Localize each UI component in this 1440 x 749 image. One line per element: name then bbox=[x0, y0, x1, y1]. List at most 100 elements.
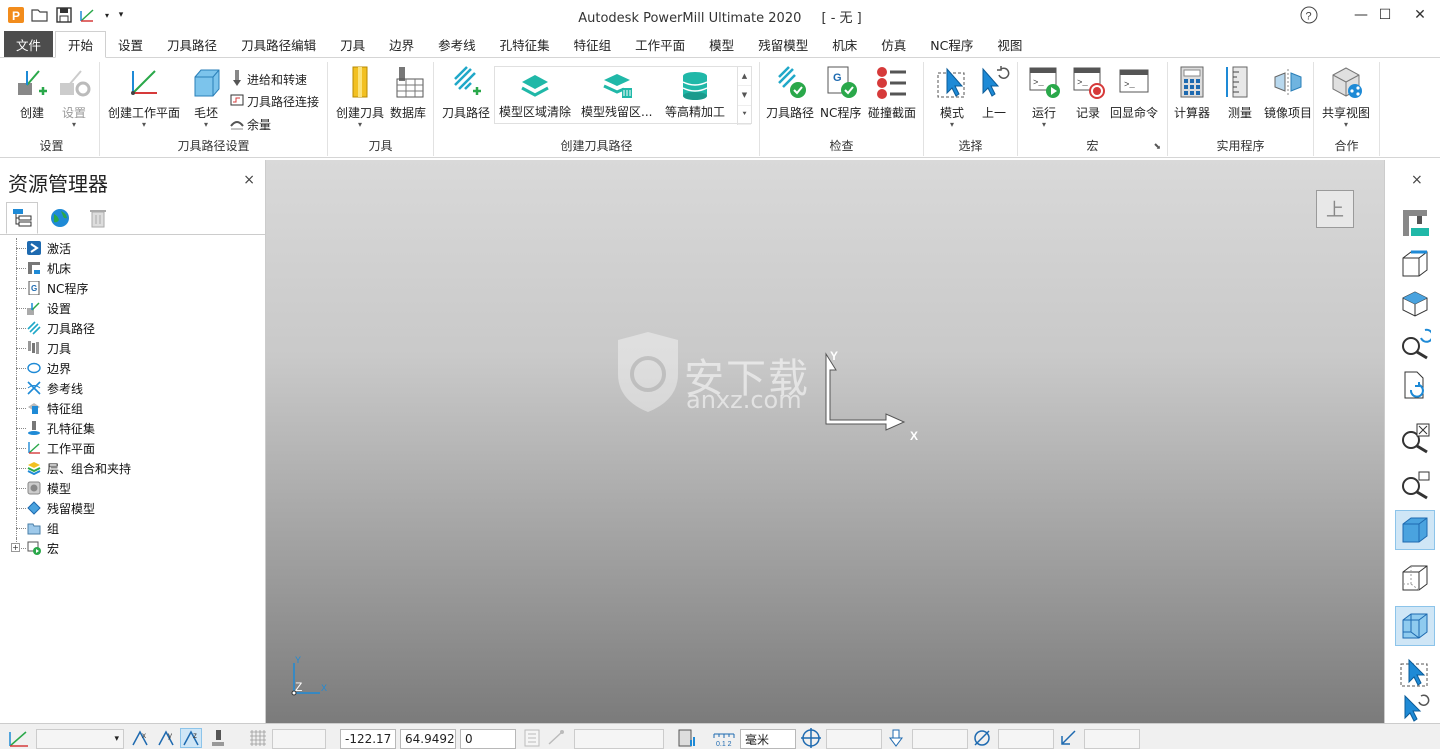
tab-tool[interactable]: 刀具 bbox=[328, 31, 377, 57]
tab-feature-sets[interactable]: 特征组 bbox=[562, 31, 624, 57]
crosshair-icon[interactable] bbox=[800, 728, 822, 748]
snap-field[interactable] bbox=[574, 729, 664, 749]
settings-button[interactable]: 设置 ▾ bbox=[56, 64, 92, 129]
machine-view-button[interactable] bbox=[1395, 204, 1435, 244]
shaded-mode-button[interactable] bbox=[1395, 510, 1435, 550]
diameter-icon[interactable] bbox=[972, 728, 992, 748]
wireframe-mode-button[interactable] bbox=[1395, 558, 1435, 598]
coord-x-field[interactable]: -122.17 bbox=[340, 729, 396, 749]
explorer-close-button[interactable]: × bbox=[243, 172, 255, 188]
tool-holder-icon[interactable] bbox=[886, 728, 906, 748]
select-box-button[interactable] bbox=[1395, 654, 1435, 694]
share-view-button[interactable]: 共享视图 ▾ bbox=[1322, 64, 1370, 129]
workplane-select[interactable]: ▾ bbox=[36, 729, 124, 749]
align-y-icon[interactable]: y bbox=[156, 728, 176, 748]
zoom-refresh-button[interactable] bbox=[1395, 324, 1435, 364]
help-button[interactable]: ? bbox=[1286, 0, 1332, 30]
tree-item-machine[interactable]: 机床 bbox=[10, 258, 131, 278]
create-tool-button[interactable]: 创建刀具 ▾ bbox=[336, 64, 384, 129]
expand-icon[interactable]: + bbox=[11, 543, 20, 552]
coord-z-field[interactable]: 0 bbox=[460, 729, 516, 749]
gallery-more-icon[interactable]: ⯆ bbox=[738, 106, 751, 125]
stepdown-field[interactable] bbox=[1084, 729, 1140, 749]
tab-machine[interactable]: 机床 bbox=[820, 31, 869, 57]
tree-item-levels[interactable]: 层、组合和夹持 bbox=[10, 458, 131, 478]
view-cube-button[interactable]: 上 bbox=[1316, 190, 1354, 228]
tab-view[interactable]: 视图 bbox=[985, 31, 1034, 57]
verify-nc-program-button[interactable]: G NC程序 bbox=[820, 64, 861, 121]
gallery-scroller[interactable]: ▲ ▼ ⯆ bbox=[737, 67, 751, 125]
toolpath-button[interactable]: 刀具路径 bbox=[442, 64, 490, 121]
grid-spacing-field[interactable] bbox=[272, 729, 326, 749]
zoom-extents-button[interactable] bbox=[1395, 418, 1435, 458]
feeds-speeds-button[interactable]: 进给和转速 bbox=[230, 70, 307, 89]
tree-item-tools[interactable]: 刀具 bbox=[10, 338, 131, 358]
tab-boundary[interactable]: 边界 bbox=[377, 31, 426, 57]
shaded-wire-mode-button[interactable] bbox=[1395, 606, 1435, 646]
database-button[interactable]: 数据库 bbox=[390, 64, 426, 121]
tab-workplane[interactable]: 工作平面 bbox=[623, 31, 697, 57]
measure-button[interactable]: 测量 bbox=[1222, 64, 1258, 121]
stepdown-icon[interactable] bbox=[1058, 728, 1078, 748]
mirror-button[interactable]: 镜像项目 bbox=[1264, 64, 1312, 121]
gallery-down-icon[interactable]: ▼ bbox=[738, 86, 751, 106]
grid-icon[interactable] bbox=[248, 728, 268, 748]
verify-toolpath-button[interactable]: 刀具路径 bbox=[766, 64, 814, 121]
collision-section-button[interactable]: 碰撞截面 bbox=[868, 64, 916, 121]
refresh-view-button[interactable] bbox=[1395, 366, 1435, 406]
snap-icon[interactable] bbox=[546, 728, 566, 748]
units-field[interactable]: 毫米 bbox=[740, 729, 796, 749]
holder-field[interactable] bbox=[912, 729, 968, 749]
tree-item-workplanes[interactable]: 工作平面 bbox=[10, 438, 131, 458]
tool-axis-icon[interactable] bbox=[208, 728, 228, 748]
tab-home[interactable]: 开始 bbox=[55, 31, 107, 58]
tree-item-toolpaths[interactable]: 刀具路径 bbox=[10, 318, 131, 338]
align-x-icon[interactable]: x bbox=[130, 728, 150, 748]
macro-run-button[interactable]: >_ 运行 ▾ bbox=[1026, 64, 1062, 129]
file-tab[interactable]: 文件 bbox=[4, 31, 54, 57]
list-icon[interactable] bbox=[522, 728, 542, 748]
echo-commands-button[interactable]: >_ 回显命令 bbox=[1110, 64, 1158, 121]
tree-item-hole-feature-sets[interactable]: 孔特征集 bbox=[10, 418, 131, 438]
tree-item-patterns[interactable]: 参考线 bbox=[10, 378, 131, 398]
gallery-up-icon[interactable]: ▲ bbox=[738, 67, 751, 87]
recycle-bin-tab-icon[interactable] bbox=[82, 202, 114, 234]
tab-pattern[interactable]: 参考线 bbox=[426, 31, 488, 57]
block-button[interactable]: 毛坯 ▾ bbox=[188, 64, 224, 129]
tree-item-macros[interactable]: + 宏 bbox=[10, 538, 131, 558]
coord-y-field[interactable]: 64.9492 bbox=[400, 729, 456, 749]
zoom-box-button[interactable] bbox=[1395, 464, 1435, 504]
tab-model[interactable]: 模型 bbox=[697, 31, 746, 57]
close-window-button[interactable]: ✕ bbox=[1397, 0, 1440, 30]
constant-z-finishing-button[interactable]: 等高精加工 bbox=[665, 71, 725, 120]
tolerance-field[interactable] bbox=[826, 729, 882, 749]
iso-view-button[interactable] bbox=[1395, 244, 1435, 284]
tab-hole-features[interactable]: 孔特征集 bbox=[488, 31, 562, 57]
graphics-viewport[interactable]: 上 安下载 anxz.com Y X Y Z X bbox=[266, 160, 1384, 723]
create-workplane-button[interactable]: 创建工作平面 ▾ bbox=[108, 64, 180, 129]
tree-item-models[interactable]: 模型 bbox=[10, 478, 131, 498]
tree-item-active[interactable]: 激活 bbox=[10, 238, 131, 258]
tab-toolpaths[interactable]: 刀具路径 bbox=[155, 31, 229, 57]
tab-toolpath-edit[interactable]: 刀具路径编辑 bbox=[229, 31, 328, 57]
explorer-globe-tab-icon[interactable] bbox=[44, 202, 76, 234]
tab-setup[interactable]: 设置 bbox=[106, 31, 155, 57]
tree-item-nc-programs[interactable]: G NC程序 bbox=[10, 278, 131, 298]
align-z-icon[interactable]: z bbox=[180, 728, 202, 748]
select-previous-view-button[interactable] bbox=[1395, 690, 1435, 722]
diameter-field[interactable] bbox=[998, 729, 1054, 749]
calculator-button[interactable]: 计算器 bbox=[1174, 64, 1210, 121]
tree-item-stock-models[interactable]: 残留模型 bbox=[10, 498, 131, 518]
thickness-button[interactable]: 余量 bbox=[230, 116, 271, 133]
tab-stock-model[interactable]: 残留模型 bbox=[746, 31, 820, 57]
model-area-clearance-button[interactable]: 模型区域清除 bbox=[499, 71, 571, 120]
tree-item-setups[interactable]: 设置 bbox=[10, 298, 131, 318]
units-ruler-icon[interactable]: 0.1 2 bbox=[712, 728, 736, 748]
select-previous-button[interactable]: 上一 bbox=[976, 64, 1012, 121]
workplane-status-icon[interactable] bbox=[8, 728, 30, 748]
view-toolbar-close-button[interactable]: × bbox=[1411, 172, 1423, 188]
tab-simulation[interactable]: 仿真 bbox=[869, 31, 918, 57]
tree-item-groups[interactable]: 组 bbox=[10, 518, 131, 538]
shaded-view-button[interactable] bbox=[1395, 284, 1435, 324]
model-rest-area-button[interactable]: 模型残留区... bbox=[581, 71, 652, 120]
